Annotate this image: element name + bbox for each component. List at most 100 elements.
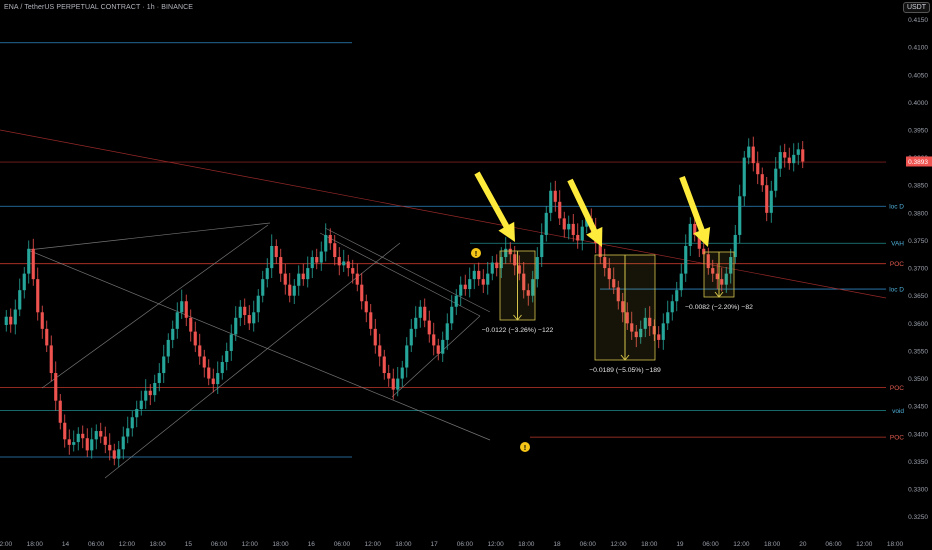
level-label: VAH: [891, 241, 904, 248]
x-tick-label: 16: [308, 541, 316, 548]
candle-body: [576, 234, 580, 241]
candle-body: [769, 190, 773, 213]
candle-body: [216, 373, 220, 385]
candle-body: [225, 350, 229, 362]
candle-body: [369, 312, 373, 329]
candle-body: [139, 400, 143, 409]
candle-body: [130, 417, 134, 429]
candle-body: [580, 226, 584, 241]
candle-body: [378, 345, 382, 357]
x-tick-label: 18:00: [27, 541, 44, 548]
candle-body: [382, 356, 386, 374]
candle-body: [445, 323, 449, 340]
candle-body: [166, 339, 170, 357]
candle-body: [742, 157, 746, 197]
candle-body: [405, 345, 409, 368]
candle-body: [436, 345, 440, 354]
y-tick-label: 0.3850: [908, 183, 928, 190]
x-tick-label: 06:00: [825, 541, 842, 548]
candle-body: [481, 279, 485, 285]
candle-body: [792, 154, 796, 164]
candle-body: [144, 390, 148, 401]
candle-body: [778, 152, 782, 169]
x-tick-label: 12:00: [0, 541, 13, 548]
candle-body: [333, 243, 337, 258]
candle-body: [301, 273, 305, 280]
candle-body: [306, 268, 310, 280]
x-tick-label: 15: [185, 541, 193, 548]
x-tick-label: 06:00: [703, 541, 720, 548]
candle-body: [535, 257, 539, 280]
candle-body: [54, 373, 58, 401]
y-tick-label: 0.3650: [908, 293, 928, 300]
candle-body: [373, 328, 377, 346]
y-tick-label: 0.3450: [908, 404, 928, 411]
candle-body: [760, 174, 764, 186]
measure-label: −0.0189 (−5.05%) −189: [589, 367, 661, 374]
candle-body: [36, 279, 40, 313]
candle-body: [198, 345, 202, 357]
x-tick-label: 12:00: [733, 541, 750, 548]
candle-body: [774, 168, 778, 191]
y-tick-label: 0.3800: [908, 210, 928, 217]
candle-body: [171, 328, 175, 340]
arrow-icon: [567, 178, 603, 247]
candle-body: [58, 400, 62, 423]
y-tick-label: 0.3300: [908, 487, 928, 494]
x-tick-label: 06:00: [211, 541, 228, 548]
candle-body: [418, 306, 422, 318]
candle-body: [256, 295, 260, 313]
candle-body: [391, 378, 395, 390]
candle-body: [337, 257, 341, 266]
x-tick-label: 20: [799, 541, 807, 548]
candle-body: [666, 312, 670, 324]
candlestick-chart[interactable]: 0.41500.41000.40500.40000.39500.39000.38…: [0, 0, 932, 550]
candle-body: [63, 422, 67, 440]
candle-body: [450, 306, 454, 324]
y-tick-label: 0.3250: [908, 514, 928, 521]
candle-body: [238, 306, 242, 318]
candle-body: [400, 367, 404, 379]
candle-body: [157, 373, 161, 383]
level-label: POC: [890, 435, 904, 442]
candle-body: [342, 261, 346, 266]
candle-body: [351, 268, 355, 274]
candle-body: [135, 408, 139, 418]
candle-body: [297, 273, 301, 286]
candle-body: [148, 390, 152, 396]
candle-body: [162, 356, 166, 374]
candle-body: [121, 436, 125, 450]
candle-body: [229, 334, 233, 351]
x-tick-label: 17: [431, 541, 439, 548]
candle-body: [18, 290, 22, 310]
candle-body: [414, 317, 418, 329]
candle-body: [207, 367, 211, 379]
candle-body: [175, 312, 179, 329]
candle-body: [765, 185, 769, 213]
candle-body: [274, 246, 278, 258]
trend-line: [27, 249, 491, 441]
candle-body: [747, 146, 751, 158]
candle-body: [283, 273, 287, 285]
candle-body: [562, 218, 566, 230]
candle-body: [126, 428, 130, 437]
y-tick-label: 0.3700: [908, 266, 928, 273]
x-tick-label: 12:00: [119, 541, 136, 548]
candle-body: [544, 212, 548, 235]
candle-body: [472, 270, 476, 280]
x-tick-label: 19: [676, 541, 684, 548]
x-tick-label: 06:00: [334, 541, 351, 548]
candle-body: [310, 257, 314, 269]
y-tick-label: 0.4000: [908, 100, 928, 107]
candle-body: [76, 433, 80, 443]
candle-body: [454, 295, 458, 307]
x-tick-label: 18:00: [641, 541, 658, 548]
candle-body: [549, 190, 553, 213]
candle-body: [94, 431, 98, 440]
trend-line: [27, 222, 271, 251]
x-tick-label: 06:00: [580, 541, 597, 548]
level-label: loc D: [889, 287, 904, 294]
candle-body: [220, 362, 224, 374]
candle-body: [364, 301, 368, 313]
trend-line: [41, 224, 269, 389]
